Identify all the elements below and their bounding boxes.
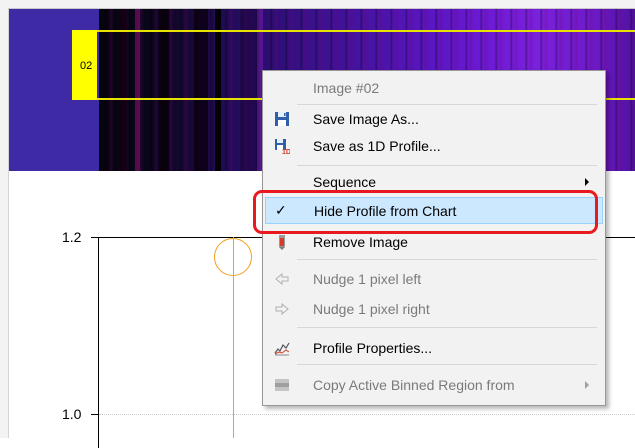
menu-item-label: Save Image As... bbox=[313, 111, 419, 127]
menu-item-label: Profile Properties... bbox=[313, 340, 433, 356]
profile-label-text: 02 bbox=[80, 60, 93, 72]
menu-separator bbox=[297, 327, 597, 328]
annotation-highlight-outline bbox=[253, 190, 598, 234]
arrow-left-icon bbox=[274, 271, 290, 287]
y-axis-tick bbox=[91, 237, 98, 238]
menu-item-save-image-as[interactable]: Save Image As... bbox=[265, 106, 603, 133]
remove-image-icon bbox=[274, 234, 290, 250]
window-top-edge bbox=[8, 0, 635, 9]
menu-separator bbox=[297, 259, 597, 260]
y-tick-label: 1.0 bbox=[62, 406, 82, 422]
context-menu: Image #02 Save Image As... 1D Save as 1D… bbox=[262, 70, 606, 406]
menu-item-image-title: Image #02 bbox=[265, 75, 603, 102]
y-axis-tick bbox=[91, 414, 98, 415]
y-tick-label: 1.2 bbox=[62, 229, 82, 245]
submenu-arrow-icon bbox=[585, 381, 589, 389]
floppy-disk-1d-icon: 1D bbox=[274, 138, 291, 156]
menu-item-label: Remove Image bbox=[313, 234, 408, 250]
floppy-disk-icon bbox=[274, 111, 290, 127]
chart-marker-circle[interactable] bbox=[214, 238, 252, 276]
menu-item-nudge-left[interactable]: Nudge 1 pixel left bbox=[265, 266, 603, 293]
application-window: 02 1.2 1.0 Image #02 Save Image As... 1D… bbox=[0, 0, 635, 448]
profile-properties-icon bbox=[274, 340, 290, 356]
menu-separator bbox=[297, 104, 597, 105]
menu-separator bbox=[297, 364, 597, 365]
menu-item-profile-properties[interactable]: Profile Properties... bbox=[265, 335, 603, 362]
menu-item-save-1d-profile[interactable]: 1D Save as 1D Profile... bbox=[265, 133, 603, 160]
menu-item-label: Nudge 1 pixel left bbox=[313, 271, 422, 287]
menu-item-label: Nudge 1 pixel right bbox=[313, 301, 430, 317]
menu-item-label: Save as 1D Profile... bbox=[313, 138, 441, 154]
menu-item-label: Copy Active Binned Region from bbox=[313, 377, 515, 393]
submenu-arrow-icon bbox=[585, 178, 589, 186]
arrow-right-icon bbox=[274, 301, 290, 317]
menu-item-nudge-right[interactable]: Nudge 1 pixel right bbox=[265, 296, 603, 323]
window-left-edge bbox=[0, 0, 9, 438]
menu-item-label: Image #02 bbox=[313, 80, 380, 96]
binned-region-icon bbox=[274, 377, 290, 393]
svg-text:1D: 1D bbox=[282, 149, 290, 154]
menu-item-label: Sequence bbox=[313, 174, 377, 190]
menu-item-copy-binned-region[interactable]: Copy Active Binned Region from bbox=[265, 372, 603, 399]
menu-separator bbox=[297, 165, 597, 166]
chart-gridline bbox=[99, 414, 635, 415]
